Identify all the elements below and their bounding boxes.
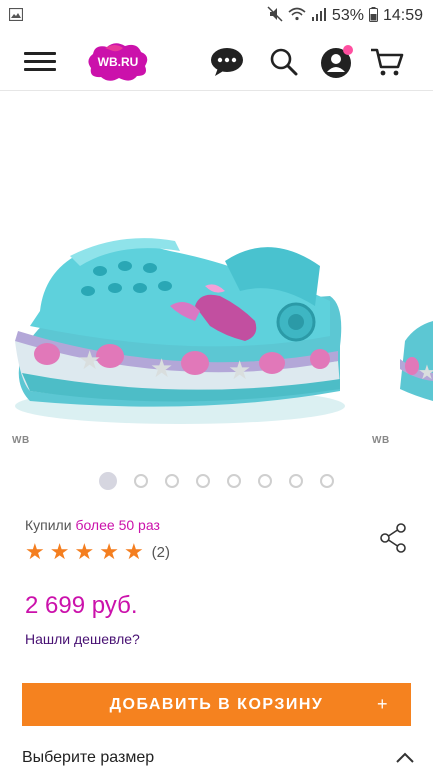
clock: 14:59 [382,7,423,24]
clog-main: ★ ★ ★ [15,238,345,424]
found-cheaper-link[interactable]: Нашли дешевле? [25,631,140,647]
svg-text:★: ★ [150,354,173,384]
status-bar: 53% 14:59 [0,0,433,32]
logo-text: WB.RU [98,55,139,69]
product-price: 2 699 руб. [25,592,138,619]
clog-next: ★ [400,321,433,401]
star-icon: ★ [123,539,144,564]
reviews-count[interactable]: (2) [152,544,170,561]
carousel-dot[interactable] [99,472,117,490]
svg-text:★: ★ [78,346,101,376]
svg-text:★: ★ [228,356,251,386]
size-selector-label: Выберите размер [22,749,155,766]
carousel-dot[interactable] [134,474,148,488]
wb-logo[interactable]: WB.RU [85,42,151,82]
search-icon[interactable] [266,44,302,80]
wifi-icon [288,7,306,25]
cart-icon[interactable] [369,44,405,80]
plus-icon: + [376,694,389,714]
battery-icon [368,6,378,26]
carousel-dot[interactable] [320,474,334,488]
svg-text:★: ★ [418,360,433,384]
image-notification-icon [8,7,24,25]
carousel-dot[interactable] [227,474,241,488]
watermark-left: WB [12,435,30,446]
bought-prefix: Купили [25,517,72,533]
signal-icon [311,7,327,25]
product-image-carousel[interactable]: ★ ★ ★ ★ WB WB [0,91,433,461]
carousel-dot[interactable] [196,474,210,488]
add-to-cart-button[interactable]: ДОБАВИТЬ В КОРЗИНУ + [22,683,411,726]
carousel-dot[interactable] [258,474,272,488]
star-icon: ★ [25,539,45,564]
watermark-right: WB [372,435,390,446]
add-to-cart-label: ДОБАВИТЬ В КОРЗИНУ [109,695,324,713]
chat-icon[interactable] [209,44,245,80]
rating[interactable]: ★ ★ ★ ★ ★ (2) [25,539,170,564]
product-image: ★ ★ ★ ★ [15,238,433,424]
bought-value: более 50 раз [75,517,160,533]
star-icon: ★ [99,539,119,564]
mute-icon [267,6,283,26]
carousel-dots [0,472,433,490]
bought-count: Купили более 50 раз [25,517,160,533]
battery-percent: 53% [331,7,364,24]
size-selector[interactable]: Выберите размер [22,749,416,771]
menu-icon[interactable] [24,52,56,72]
carousel-dot[interactable] [289,474,303,488]
star-icon: ★ [74,539,95,564]
profile-badge [343,45,353,55]
share-icon[interactable] [379,523,409,553]
app-header: WB.RU [0,32,433,91]
chevron-up-icon [396,751,414,763]
profile-icon[interactable] [319,44,355,80]
carousel-dot[interactable] [165,474,179,488]
star-icon: ★ [49,539,70,564]
